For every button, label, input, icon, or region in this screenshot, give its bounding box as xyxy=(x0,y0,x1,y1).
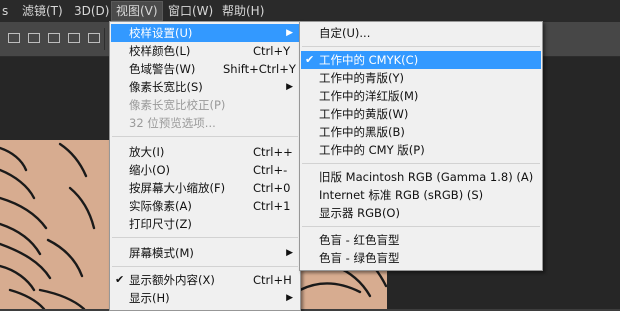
menu-separator xyxy=(112,237,298,238)
menu-bar: s 滤镜(T) 3D(D) 视图(V) 窗口(W) 帮助(H) xyxy=(0,0,620,22)
submenu-arrow-icon: ▶ xyxy=(286,248,293,258)
submenu-item-working-cmy[interactable]: 工作中的 CMY 版(P) xyxy=(301,141,541,159)
menu-item-zoom-out[interactable]: 缩小(O) Ctrl+- xyxy=(111,161,299,179)
checkmark-icon: ✔ xyxy=(115,273,125,286)
menu-separator xyxy=(302,46,540,47)
menu-item-actual-pixels[interactable]: 实际像素(A) Ctrl+1 xyxy=(111,197,299,215)
submenu-item-working-black[interactable]: 工作中的黑版(B) xyxy=(301,123,541,141)
submenu-item-monitor-rgb[interactable]: 显示器 RGB(O) xyxy=(301,204,541,222)
menu-item-pixel-aspect-correction: 像素长宽比校正(P) xyxy=(129,98,226,112)
view-menu: 校样设置(U) ▶ 校样颜色(L) Ctrl+Y 色域警告(W) Shift+C… xyxy=(109,21,301,311)
submenu-item-custom[interactable]: 自定(U)... xyxy=(301,24,541,42)
menu-separator xyxy=(112,136,298,137)
submenu-item-working-magenta[interactable]: 工作中的洋红版(M) xyxy=(301,87,541,105)
submenu-item-deuteranopia[interactable]: 色盲 - 绿色盲型 xyxy=(301,249,541,267)
menu-item-gamut-warning[interactable]: 色域警告(W) Shift+Ctrl+Y xyxy=(111,60,299,78)
submenu-item-legacy-mac-rgb[interactable]: 旧版 Macintosh RGB (Gamma 1.8) (A) xyxy=(301,168,541,186)
align-top-icon[interactable] xyxy=(68,33,80,43)
menu-item-32bit-preview: 32 位预览选项... xyxy=(129,116,216,130)
submenu-item-working-yellow[interactable]: 工作中的黄版(W) xyxy=(301,105,541,123)
submenu-item-working-cmyk[interactable]: ✔ 工作中的 CMYK(C) xyxy=(301,51,541,69)
menu-item-show-extras[interactable]: ✔ 显示额外内容(X) Ctrl+H xyxy=(111,271,299,289)
submenu-item-working-cyan[interactable]: 工作中的青版(Y) xyxy=(301,69,541,87)
menu-help[interactable]: 帮助(H) xyxy=(222,3,264,20)
menu-window[interactable]: 窗口(W) xyxy=(168,3,213,20)
proof-setup-submenu: 自定(U)... ✔ 工作中的 CMYK(C) 工作中的青版(Y) 工作中的洋红… xyxy=(299,21,543,271)
align-right-icon[interactable] xyxy=(48,33,60,43)
submenu-arrow-icon: ▶ xyxy=(286,293,293,303)
menu-separator xyxy=(302,226,540,227)
menu-item-show[interactable]: 显示(H) ▶ xyxy=(111,289,299,307)
menu-separator xyxy=(302,163,540,164)
menu-view[interactable]: 视图(V) xyxy=(111,1,163,21)
align-center-icon[interactable] xyxy=(28,33,40,43)
align-middle-icon[interactable] xyxy=(88,33,100,43)
submenu-item-internet-srgb[interactable]: Internet 标准 RGB (sRGB) (S) xyxy=(301,186,541,204)
menu-3d[interactable]: 3D(D) xyxy=(74,3,109,20)
menu-select[interactable]: s xyxy=(2,3,8,20)
submenu-item-protanopia[interactable]: 色盲 - 红色盲型 xyxy=(301,231,541,249)
menu-item-print-size[interactable]: 打印尺寸(Z) xyxy=(111,215,299,233)
menu-separator xyxy=(112,266,298,267)
menu-item-proof-colors[interactable]: 校样颜色(L) Ctrl+Y xyxy=(111,42,299,60)
menu-item-zoom-in[interactable]: 放大(I) Ctrl++ xyxy=(111,143,299,161)
checkmark-icon: ✔ xyxy=(305,53,315,66)
menu-item-proof-setup[interactable]: 校样设置(U) ▶ xyxy=(111,24,299,42)
menu-item-screen-mode[interactable]: 屏幕模式(M) ▶ xyxy=(111,244,299,262)
submenu-arrow-icon: ▶ xyxy=(286,82,293,92)
menu-item-pixel-aspect-ratio[interactable]: 像素长宽比(S) ▶ xyxy=(111,78,299,96)
toolbar-separator xyxy=(104,28,105,50)
menu-item-fit-on-screen[interactable]: 按屏幕大小缩放(F) Ctrl+0 xyxy=(111,179,299,197)
submenu-arrow-icon: ▶ xyxy=(286,28,293,38)
menu-filter[interactable]: 滤镜(T) xyxy=(22,3,63,20)
align-left-icon[interactable] xyxy=(8,33,20,43)
